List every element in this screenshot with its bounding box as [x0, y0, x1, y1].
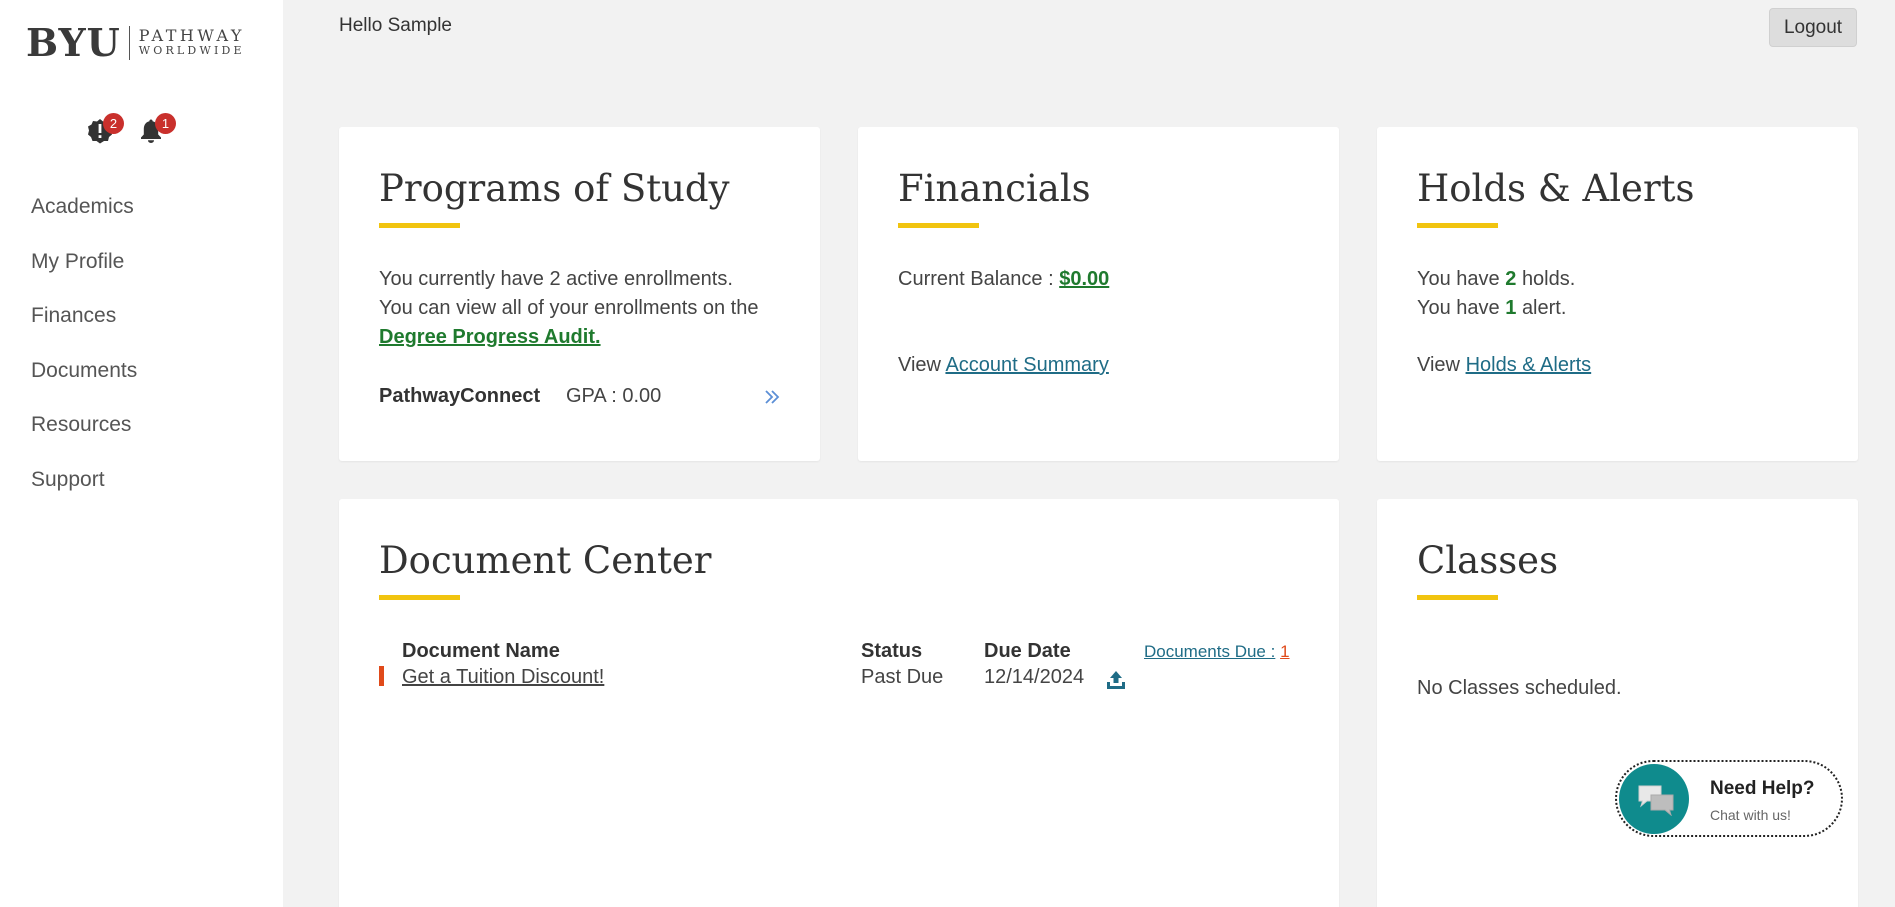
nav-item-documents[interactable]: Documents	[31, 359, 137, 414]
double-chevron-right-icon[interactable]	[764, 389, 780, 405]
logo-wordmark: PATHWAY WORLDWIDE	[139, 28, 245, 58]
title-underline	[1417, 595, 1498, 600]
enrollments-text-2: You can view all of your enrollments on …	[379, 297, 759, 319]
financials-card: Financials Current Balance : $0.00 View …	[858, 127, 1339, 461]
need-help-title: Need Help?	[1710, 778, 1815, 799]
holds-alerts-link[interactable]: Holds & Alerts	[1466, 354, 1592, 376]
balance-value-link[interactable]: $0.00	[1059, 268, 1109, 290]
holds-text: You have	[1417, 268, 1500, 290]
chat-icon-circle	[1619, 764, 1689, 834]
programs-title: Programs of Study	[379, 167, 730, 210]
financials-title: Financials	[898, 167, 1091, 210]
alerts-count: 1	[1505, 297, 1517, 319]
programs-card: Programs of Study You currently have 2 a…	[339, 127, 820, 461]
nav-item-support[interactable]: Support	[31, 468, 137, 523]
past-due-indicator	[379, 666, 384, 686]
document-link[interactable]: Get a Tuition Discount!	[402, 666, 604, 689]
alerts-text-post: alert.	[1521, 297, 1567, 319]
alerts-summary: You have 1 alert.	[1417, 294, 1566, 323]
logout-button[interactable]: Logout	[1769, 8, 1857, 47]
nav-item-finances[interactable]: Finances	[31, 304, 137, 359]
column-document-name: Document Name	[402, 640, 560, 662]
need-help-subtitle: Chat with us!	[1710, 807, 1791, 823]
title-underline	[1417, 223, 1498, 228]
account-summary-link[interactable]: Account Summary	[945, 354, 1108, 376]
documents-due-count: 1	[1280, 642, 1290, 661]
logo-line-1: PATHWAY	[138, 26, 245, 45]
upload-icon[interactable]	[1106, 670, 1126, 690]
greeting: Hello Sample	[339, 15, 452, 36]
sidebar-nav: Academics My Profile Finances Documents …	[31, 195, 137, 522]
program-name: PathwayConnect	[379, 385, 541, 407]
view-label: View	[898, 354, 941, 376]
column-due-date: Due Date	[984, 640, 1071, 662]
alerts-text: You have	[1417, 297, 1500, 319]
alerts-badge: 1	[155, 113, 176, 134]
enrollments-text: You currently have 2 active enrollments.	[379, 268, 733, 290]
chat-bubbles-icon	[1638, 785, 1674, 816]
holds-indicator[interactable]: 2	[87, 113, 124, 144]
holds-count: 2	[1505, 268, 1517, 290]
nav-item-academics[interactable]: Academics	[31, 195, 137, 250]
holds-text-post: holds.	[1521, 268, 1576, 290]
documents-due-label: Documents Due :	[1144, 642, 1276, 661]
column-status: Status	[861, 640, 923, 662]
logo-mark: BYU	[26, 20, 121, 65]
logo-divider	[128, 26, 130, 60]
holds-summary: You have 2 holds.	[1417, 265, 1575, 294]
degree-progress-audit-link[interactable]: Degree Progress Audit.	[379, 326, 601, 348]
document-due-date: 12/14/2024	[984, 666, 1085, 688]
document-status: Past Due	[861, 666, 944, 688]
classes-card: Classes No Classes scheduled.	[1377, 499, 1858, 907]
logo-line-2: WORLDWIDE	[138, 44, 245, 57]
gpa-value: GPA : 0.00	[566, 385, 662, 407]
title-underline	[898, 223, 979, 228]
documents-due-link[interactable]: Documents Due : 1	[1144, 642, 1290, 662]
classes-title: Classes	[1417, 539, 1559, 582]
holds-alerts-title: Holds & Alerts	[1417, 167, 1695, 210]
nav-item-my-profile[interactable]: My Profile	[31, 250, 137, 305]
holds-badge: 2	[103, 113, 124, 134]
title-underline	[379, 595, 460, 600]
nav-item-resources[interactable]: Resources	[31, 413, 137, 468]
no-classes-text: No Classes scheduled.	[1417, 677, 1622, 699]
document-center-card: Document Center Document Name Status Due…	[339, 499, 1339, 907]
sidebar: BYU PATHWAY WORLDWIDE 2 1 Academics My P…	[0, 0, 283, 907]
view-label: View	[1417, 354, 1460, 376]
balance-label: Current Balance :	[898, 268, 1054, 290]
byu-pathway-logo[interactable]: BYU PATHWAY WORLDWIDE	[26, 24, 245, 62]
document-center-title: Document Center	[379, 539, 712, 582]
holds-alerts-card: Holds & Alerts You have 2 holds. You hav…	[1377, 127, 1858, 461]
need-help-chat-button[interactable]: Need Help? Chat with us!	[1615, 760, 1843, 837]
title-underline	[379, 223, 460, 228]
alerts-indicator[interactable]: 1	[139, 113, 176, 143]
